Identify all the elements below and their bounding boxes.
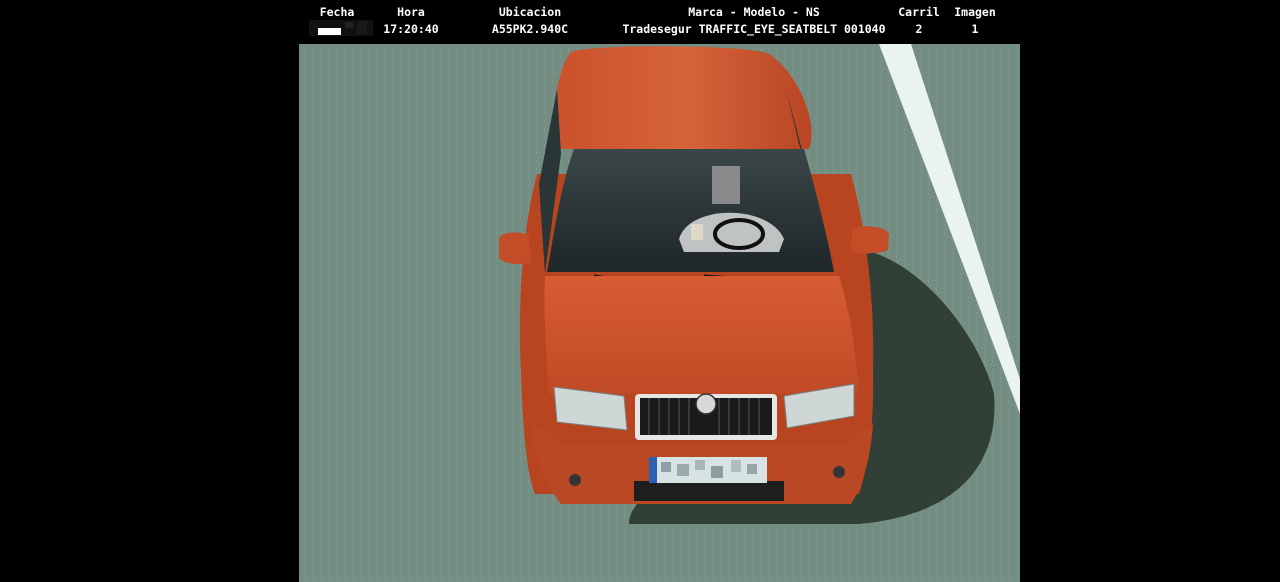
right-mirror — [851, 226, 889, 254]
imagen-label: Imagen — [954, 5, 996, 19]
car-photo — [299, 44, 1020, 582]
windshield — [547, 149, 834, 272]
left-mirror — [499, 232, 531, 265]
right-fog-light — [833, 466, 845, 478]
car-roof — [555, 46, 812, 149]
hora-value: 17:20:40 — [383, 22, 439, 36]
license-plate-blurred — [649, 457, 767, 483]
marca-label: Marca - Modelo - NS — [688, 5, 820, 19]
lower-grille — [634, 481, 784, 501]
imagen-value: 1 — [971, 22, 979, 36]
fecha-redaction — [309, 20, 373, 36]
hora-label: Hora — [397, 5, 425, 19]
ubicacion-label: Ubicacion — [498, 5, 562, 19]
car-hood — [544, 276, 859, 394]
marca-value: Tradesegur TRAFFIC_EYE_SEATBELT 001040 — [622, 22, 886, 36]
brand-emblem — [695, 393, 717, 415]
carril-label: Carril — [898, 5, 940, 19]
capture-info-bar: Fecha Hora 17:20:40 Ubicacion A55PK2.940… — [299, 0, 1020, 44]
road-scene — [299, 44, 1020, 582]
driver-blurred-face — [712, 166, 740, 204]
camera-frame: Fecha Hora 17:20:40 Ubicacion A55PK2.940… — [299, 0, 1020, 582]
left-fog-light — [569, 474, 581, 486]
fecha-label: Fecha — [319, 5, 355, 19]
ubicacion-value: A55PK2.940C — [491, 22, 569, 36]
carril-value: 2 — [915, 22, 923, 36]
